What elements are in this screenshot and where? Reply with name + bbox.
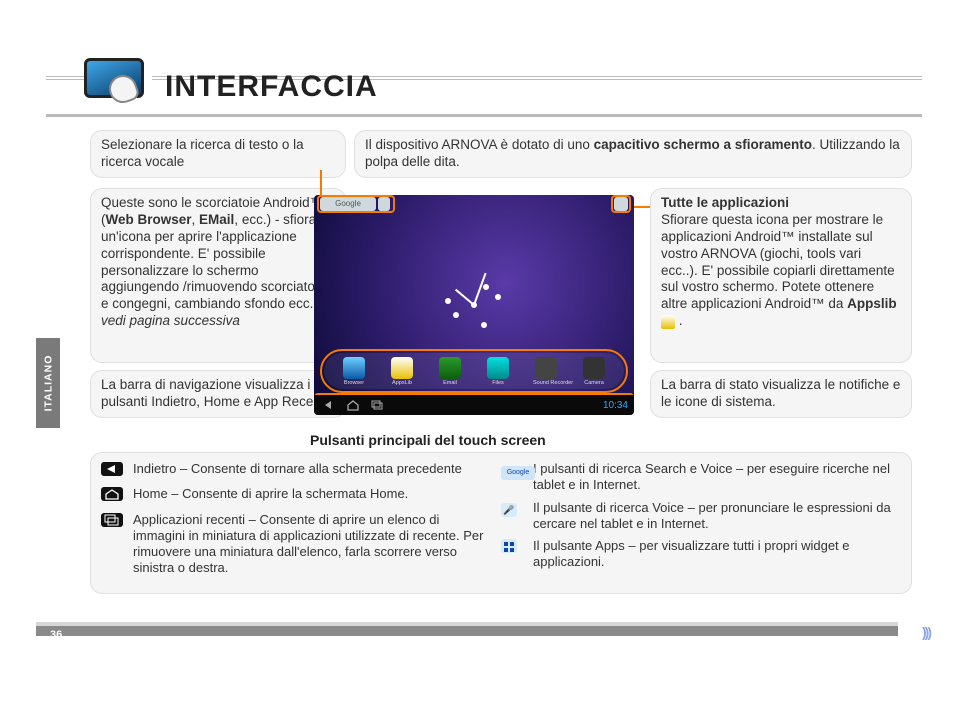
legend-recent: Applicazioni recenti – Consente di aprir… xyxy=(101,512,501,577)
app-dock: Browser AppsLib Email Files Sound Record… xyxy=(324,353,624,389)
dock-app-recorder[interactable]: Sound Recorder xyxy=(533,357,559,386)
callout-touchscreen: Il dispositivo ARNOVA è dotato di uno ca… xyxy=(354,130,912,178)
callout-search-voice: Selezionare la ricerca di testo o la ric… xyxy=(90,130,346,178)
home-icon[interactable] xyxy=(344,398,362,412)
legend-home: Home – Consente di aprire la schermata H… xyxy=(101,486,501,505)
status-time: 10:34 xyxy=(603,400,628,411)
search-button[interactable]: Google xyxy=(320,197,376,211)
language-tab: ITALIANO xyxy=(36,338,60,428)
system-bar: 10:34 xyxy=(314,395,634,415)
callout-statusbar-text: La barra di stato visualizza le notifich… xyxy=(661,377,900,409)
clock-hand xyxy=(473,273,487,306)
back-icon xyxy=(101,462,123,476)
legend-back: Indietro – Consente di tornare alla sche… xyxy=(101,461,501,480)
page-title: INTERFACCIA xyxy=(165,70,378,104)
voice-icon: 🎤 xyxy=(501,503,517,517)
dock-app-browser[interactable]: Browser xyxy=(341,357,367,386)
callout-statusbar: La barra di stato visualizza le notifich… xyxy=(650,370,912,418)
buttons-section-header: Pulsanti principali del touch screen xyxy=(310,432,546,448)
page-number: 36 xyxy=(50,629,62,641)
leader-line xyxy=(632,206,650,208)
manual-logo xyxy=(84,58,152,106)
callout-search-voice-text: Selezionare la ricerca di testo o la ric… xyxy=(101,137,304,169)
home-icon xyxy=(101,487,123,501)
legend-voice: 🎤 Il pulsante di ricerca Voice – per pro… xyxy=(501,500,901,533)
dock-app-email[interactable]: Email xyxy=(437,357,463,386)
page-footer: 36 ))) xyxy=(36,622,930,640)
recent-apps-icon xyxy=(101,513,123,527)
apps-grid-icon xyxy=(501,539,517,553)
legend-apps: Il pulsante Apps – per visualizzare tutt… xyxy=(501,538,901,571)
callout-allapps-title: Tutte le applicazioni xyxy=(661,195,789,210)
legend-search: Google I pulsanti di ricerca Search e Vo… xyxy=(501,461,901,494)
back-icon[interactable] xyxy=(320,398,338,412)
device-screenshot: Google Browser AppsLib Email Files Sound… xyxy=(314,195,634,415)
search-icon: Google xyxy=(501,466,535,480)
buttons-legend: Indietro – Consente di tornare alla sche… xyxy=(90,452,912,594)
appslib-icon xyxy=(661,315,675,329)
callout-allapps: Tutte le applicazioni Sfiorare questa ic… xyxy=(650,188,912,363)
dock-app-camera[interactable]: Camera xyxy=(581,357,607,386)
callout-navbar: La barra di navigazione visualizza i pul… xyxy=(90,370,346,418)
dock-app-appslib[interactable]: AppsLib xyxy=(389,357,415,386)
clock-hand xyxy=(455,289,475,306)
dock-app-files[interactable]: Files xyxy=(485,357,511,386)
callout-shortcuts: Queste sono le scorciatoie Android™ (Web… xyxy=(90,188,346,363)
all-apps-button[interactable] xyxy=(614,197,628,211)
callout-navbar-text: La barra di navigazione visualizza i pul… xyxy=(101,377,331,409)
voice-search-button[interactable] xyxy=(378,197,390,211)
recent-apps-icon[interactable] xyxy=(368,398,386,412)
footer-decoration: ))) xyxy=(922,624,930,640)
